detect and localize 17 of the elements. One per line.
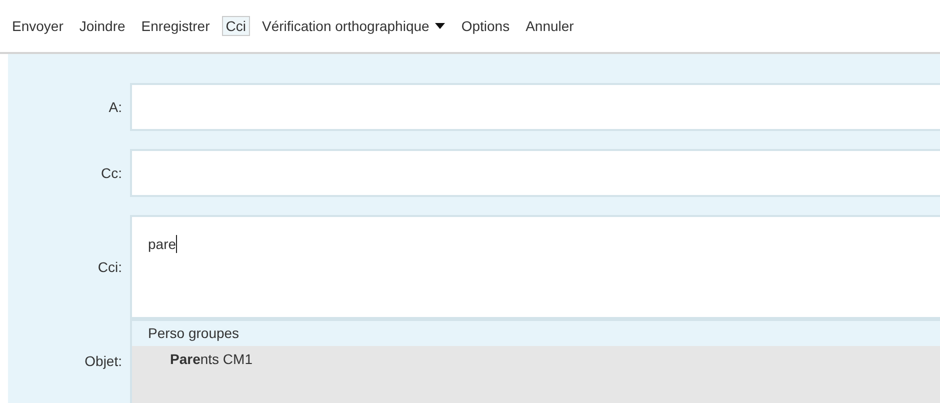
- toolbar-link[interactable]: Joindre: [75, 16, 130, 36]
- suggestion-item[interactable]: Parents CM1: [130, 346, 940, 403]
- field-label: Cci:: [96, 259, 123, 275]
- toolbar-link[interactable]: Envoyer: [8, 16, 68, 36]
- group-header: Perso groupes: [130, 319, 940, 346]
- caret-icon: [435, 23, 446, 29]
- input-field[interactable]: [130, 83, 940, 131]
- toolbar-link[interactable]: Annuler: [522, 16, 578, 36]
- field-label: A:: [108, 99, 123, 115]
- toolbar-link[interactable]: Enregistrer: [137, 16, 214, 36]
- dropdown-button[interactable]: Vérification orthographique: [258, 16, 450, 36]
- input-field[interactable]: [130, 149, 940, 197]
- toolbar-link[interactable]: Options: [457, 16, 514, 36]
- text-area[interactable]: pare: [130, 215, 940, 319]
- field-label: Cc:: [100, 165, 123, 181]
- field-label: Objet:: [84, 352, 123, 371]
- toolbar-link[interactable]: Cci: [222, 16, 250, 36]
